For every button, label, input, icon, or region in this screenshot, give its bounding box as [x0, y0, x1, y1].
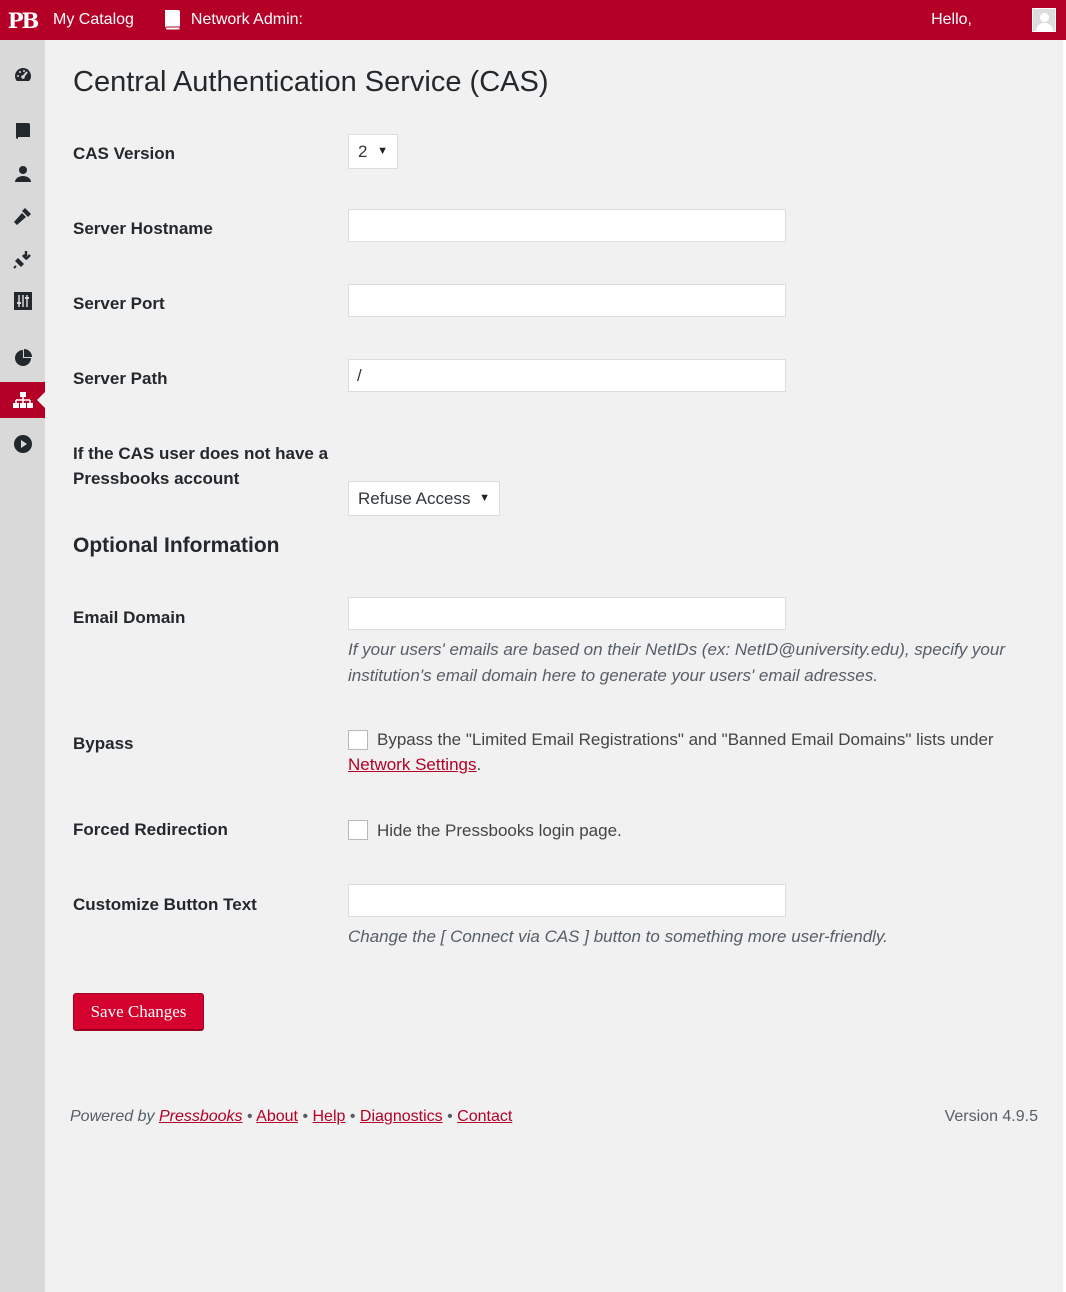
server-hostname-input[interactable] — [348, 209, 786, 242]
page-title: Central Authentication Service (CAS) — [73, 66, 549, 98]
email-domain-input[interactable] — [348, 597, 786, 630]
stats-icon[interactable] — [0, 340, 45, 376]
themes-icon[interactable] — [0, 198, 45, 234]
button-text-description: Change the [ Connect via CAS ] button to… — [348, 927, 888, 946]
button-text-label: Customize Button Text — [73, 895, 257, 914]
version-text: Version 4.9.5 — [944, 1108, 1038, 1125]
button-text-input[interactable] — [348, 884, 786, 917]
powered-by-text: Powered by — [70, 1108, 155, 1125]
greeting[interactable]: Hello, — [931, 11, 972, 29]
separator: • — [247, 1108, 253, 1125]
bypass-period: . — [476, 755, 482, 774]
bypass-text-line1: Bypass the "Limited Email Registrations"… — [377, 730, 994, 749]
no-account-label-line2: Pressbooks account — [73, 469, 240, 488]
network-icon[interactable] — [0, 382, 45, 418]
cas-version-label: CAS Version — [73, 144, 176, 163]
separator: • — [302, 1108, 309, 1125]
bypass-text: Bypass the "Limited Email Registrations"… — [377, 727, 1037, 752]
dashboard-icon[interactable] — [0, 57, 45, 93]
server-port-label: Server Port — [73, 294, 165, 313]
separator: • — [447, 1108, 453, 1125]
email-domain-description: If your users' emails are based on their… — [348, 637, 1028, 689]
server-path-input[interactable] — [348, 359, 786, 392]
cas-version-select[interactable]: 2 ▼ — [348, 134, 398, 169]
users-icon[interactable] — [0, 156, 45, 192]
bypass-link-row: Network Settings. — [348, 752, 481, 777]
pressbooks-logo[interactable]: PB — [0, 0, 45, 40]
server-hostname-label: Server Hostname — [73, 219, 213, 238]
forced-redirection-label: Forced Redirection — [73, 820, 228, 839]
footer-links: Powered by Pressbooks • About • Help • D… — [70, 1108, 512, 1126]
save-button[interactable]: Save Changes — [73, 993, 204, 1031]
network-settings-link[interactable]: Network Settings — [348, 755, 477, 774]
about-link[interactable]: About — [256, 1108, 298, 1125]
email-domain-desc-line2: institution's email domain here to gener… — [348, 666, 878, 685]
avatar[interactable] — [1032, 8, 1056, 32]
diagnostics-link[interactable]: Diagnostics — [360, 1108, 443, 1125]
settings-icon[interactable] — [0, 283, 45, 319]
forced-redirection-checkbox[interactable] — [348, 820, 368, 840]
optional-information-heading: Optional Information — [73, 534, 280, 557]
cas-version-value: 2 — [358, 141, 368, 161]
admin-bar: PB My Catalog Network Admin: Hello, — [0, 0, 1066, 40]
pressbooks-link[interactable]: Pressbooks — [159, 1108, 243, 1125]
bypass-checkbox[interactable] — [348, 730, 368, 750]
email-domain-label: Email Domain — [73, 608, 186, 627]
book-icon — [164, 10, 181, 31]
network-admin-menu[interactable]: Network Admin: — [142, 0, 311, 40]
bypass-label: Bypass — [73, 734, 134, 753]
server-port-input[interactable] — [348, 284, 786, 317]
chevron-down-icon: ▼ — [479, 492, 490, 504]
my-catalog-link[interactable]: My Catalog — [45, 0, 142, 40]
plugins-icon[interactable] — [0, 241, 45, 277]
no-account-label: If the CAS user does not have a Pressboo… — [73, 441, 333, 491]
books-icon[interactable] — [0, 113, 45, 149]
server-path-label: Server Path — [73, 369, 168, 388]
forced-redirection-text: Hide the Pressbooks login page. — [377, 821, 622, 840]
main-content: Central Authentication Service (CAS) CAS… — [73, 40, 1043, 1031]
chevron-down-icon: ▼ — [377, 145, 388, 157]
contact-link[interactable]: Contact — [457, 1108, 512, 1125]
email-domain-desc-line1: If your users' emails are based on their… — [348, 640, 1005, 659]
no-account-label-line1: If the CAS user does not have a — [73, 444, 329, 463]
separator: • — [349, 1108, 356, 1125]
play-icon[interactable] — [0, 426, 45, 462]
admin-sidebar — [0, 40, 45, 1292]
help-link[interactable]: Help — [313, 1108, 346, 1125]
no-account-value: Refuse Access — [358, 488, 471, 508]
network-admin-label: Network Admin: — [190, 11, 303, 28]
no-account-select[interactable]: Refuse Access ▼ — [348, 481, 500, 516]
